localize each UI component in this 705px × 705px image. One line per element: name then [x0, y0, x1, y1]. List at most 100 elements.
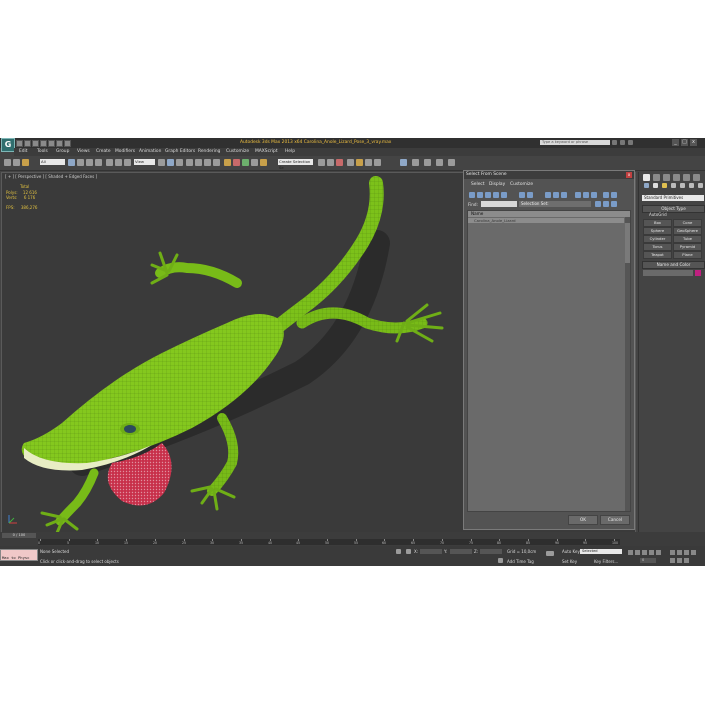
search-icon[interactable]: [612, 140, 617, 145]
snaps-toggle-icon[interactable]: [186, 159, 193, 166]
menu-tools[interactable]: Tools: [37, 149, 48, 154]
display-spacewarps-icon[interactable]: [519, 192, 525, 198]
curve-editor-icon[interactable]: [318, 159, 325, 166]
display-groups-icon[interactable]: [527, 192, 533, 198]
select-object-icon[interactable]: [68, 159, 75, 166]
render-region-icon[interactable]: [412, 159, 419, 166]
field-of-view-icon[interactable]: [670, 558, 675, 563]
environment-icon[interactable]: [448, 159, 455, 166]
cone-button[interactable]: Cone: [673, 219, 702, 227]
display-shapes-icon[interactable]: [477, 192, 483, 198]
orbit-icon[interactable]: [677, 558, 682, 563]
workspace-icon[interactable]: [64, 140, 71, 147]
cylinder-button[interactable]: Cylinder: [643, 235, 672, 243]
cameras-icon[interactable]: [671, 183, 676, 188]
maximize-viewport-icon[interactable]: [684, 558, 689, 563]
render-production-icon[interactable]: [365, 159, 372, 166]
name-and-color-rollout[interactable]: Name and Color: [642, 261, 705, 269]
redo-icon[interactable]: [48, 140, 55, 147]
menu-views[interactable]: Views: [77, 149, 90, 154]
percent-snap-icon[interactable]: [204, 159, 211, 166]
filter-icon[interactable]: [611, 192, 617, 198]
named-selection-dropdown[interactable]: Create Selection Se: [278, 159, 313, 170]
select-manipulate-icon[interactable]: [167, 159, 174, 166]
zoom-all-icon[interactable]: [677, 550, 682, 555]
select-invert-icon[interactable]: [591, 192, 597, 198]
shapes-icon[interactable]: [653, 183, 658, 188]
geosphere-button[interactable]: GeoSphere: [673, 227, 702, 235]
select-none-icon[interactable]: [583, 192, 589, 198]
minimize-button[interactable]: _: [672, 139, 679, 146]
unlink-icon[interactable]: [13, 159, 20, 166]
selection-filter-dropdown[interactable]: All: [40, 159, 65, 165]
find-input[interactable]: [481, 201, 517, 207]
list-item[interactable]: Carolina_Anole_Lizard: [468, 218, 624, 223]
scale-icon[interactable]: [124, 159, 131, 166]
schematic-view-icon[interactable]: [327, 159, 334, 166]
geometry-icon[interactable]: [644, 183, 649, 188]
previous-frame-icon[interactable]: [635, 550, 640, 555]
menu-edit[interactable]: Edit: [19, 149, 28, 154]
scrollbar-thumb[interactable]: [625, 223, 630, 263]
dialog-tab-customize[interactable]: Customize: [510, 182, 533, 187]
select-by-name-icon[interactable]: [77, 159, 84, 166]
align-icon[interactable]: [242, 159, 249, 166]
zoom-extents-icon[interactable]: [684, 550, 689, 555]
cancel-button[interactable]: Cancel: [600, 515, 630, 525]
column-header-name[interactable]: Name: [468, 211, 630, 217]
close-button[interactable]: x: [690, 139, 697, 146]
play-icon[interactable]: [642, 550, 647, 555]
activeshade-icon[interactable]: [400, 159, 407, 166]
display-containers-icon[interactable]: [561, 192, 567, 198]
menu-group[interactable]: Group: [56, 149, 69, 154]
search-input[interactable]: Type a keyword or phrase: [540, 140, 610, 145]
menu-customize[interactable]: Customize: [226, 149, 249, 154]
new-file-icon[interactable]: [16, 140, 23, 147]
key-filters-button[interactable]: Key Filters...: [594, 559, 618, 564]
key-icon[interactable]: [546, 551, 554, 556]
dialog-option-icon[interactable]: [611, 201, 617, 207]
pyramid-button[interactable]: Pyramid: [673, 243, 702, 251]
object-name-field[interactable]: [643, 270, 693, 276]
helpers-icon[interactable]: [680, 183, 685, 188]
pan-view-icon[interactable]: [691, 550, 696, 555]
render-cloud-icon[interactable]: [436, 159, 443, 166]
sphere-button[interactable]: Sphere: [643, 227, 672, 235]
menu-modifiers[interactable]: Modifiers: [115, 149, 135, 154]
zoom-icon[interactable]: [670, 550, 675, 555]
space-warps-icon[interactable]: [689, 183, 694, 188]
keyboard-shortcut-icon[interactable]: [176, 159, 183, 166]
render-iterative-icon[interactable]: [374, 159, 381, 166]
primitive-type-dropdown[interactable]: Standard Primitives: [642, 195, 704, 201]
plane-button[interactable]: Plane: [673, 251, 702, 259]
edit-named-selection-icon[interactable]: [224, 159, 231, 166]
list-scrollbar[interactable]: [625, 217, 630, 511]
bind-space-warp-icon[interactable]: [22, 159, 29, 166]
teapot-button[interactable]: Teapot: [643, 251, 672, 259]
tube-button[interactable]: Tube: [673, 235, 702, 243]
time-slider[interactable]: 0 / 100: [2, 533, 36, 538]
next-frame-icon[interactable]: [649, 550, 654, 555]
display-helpers-icon[interactable]: [501, 192, 507, 198]
menu-rendering[interactable]: Rendering: [198, 149, 220, 154]
torus-button[interactable]: Torus: [643, 243, 672, 251]
go-to-end-icon[interactable]: [656, 550, 661, 555]
add-time-tag[interactable]: Add Time Tag: [507, 559, 534, 564]
systems-icon[interactable]: [698, 183, 703, 188]
move-icon[interactable]: [106, 159, 113, 166]
rendered-frame-window-icon[interactable]: [356, 159, 363, 166]
rect-selection-icon[interactable]: [86, 159, 93, 166]
dialog-option-icon[interactable]: [603, 201, 609, 207]
rotate-icon[interactable]: [115, 159, 122, 166]
current-frame-field[interactable]: 0: [640, 558, 656, 563]
absolute-mode-icon[interactable]: [406, 549, 411, 554]
graphite-toggle-icon[interactable]: [260, 159, 267, 166]
link-icon[interactable]: [4, 159, 11, 166]
modify-tab-icon[interactable]: [653, 174, 660, 181]
display-geometry-icon[interactable]: [469, 192, 475, 198]
display-tab-icon[interactable]: [683, 174, 690, 181]
display-bones-icon[interactable]: [553, 192, 559, 198]
dialog-close-button[interactable]: x: [626, 172, 632, 178]
menu-create[interactable]: Create: [96, 149, 111, 154]
menu-maxscript[interactable]: MAXScript: [255, 149, 278, 154]
